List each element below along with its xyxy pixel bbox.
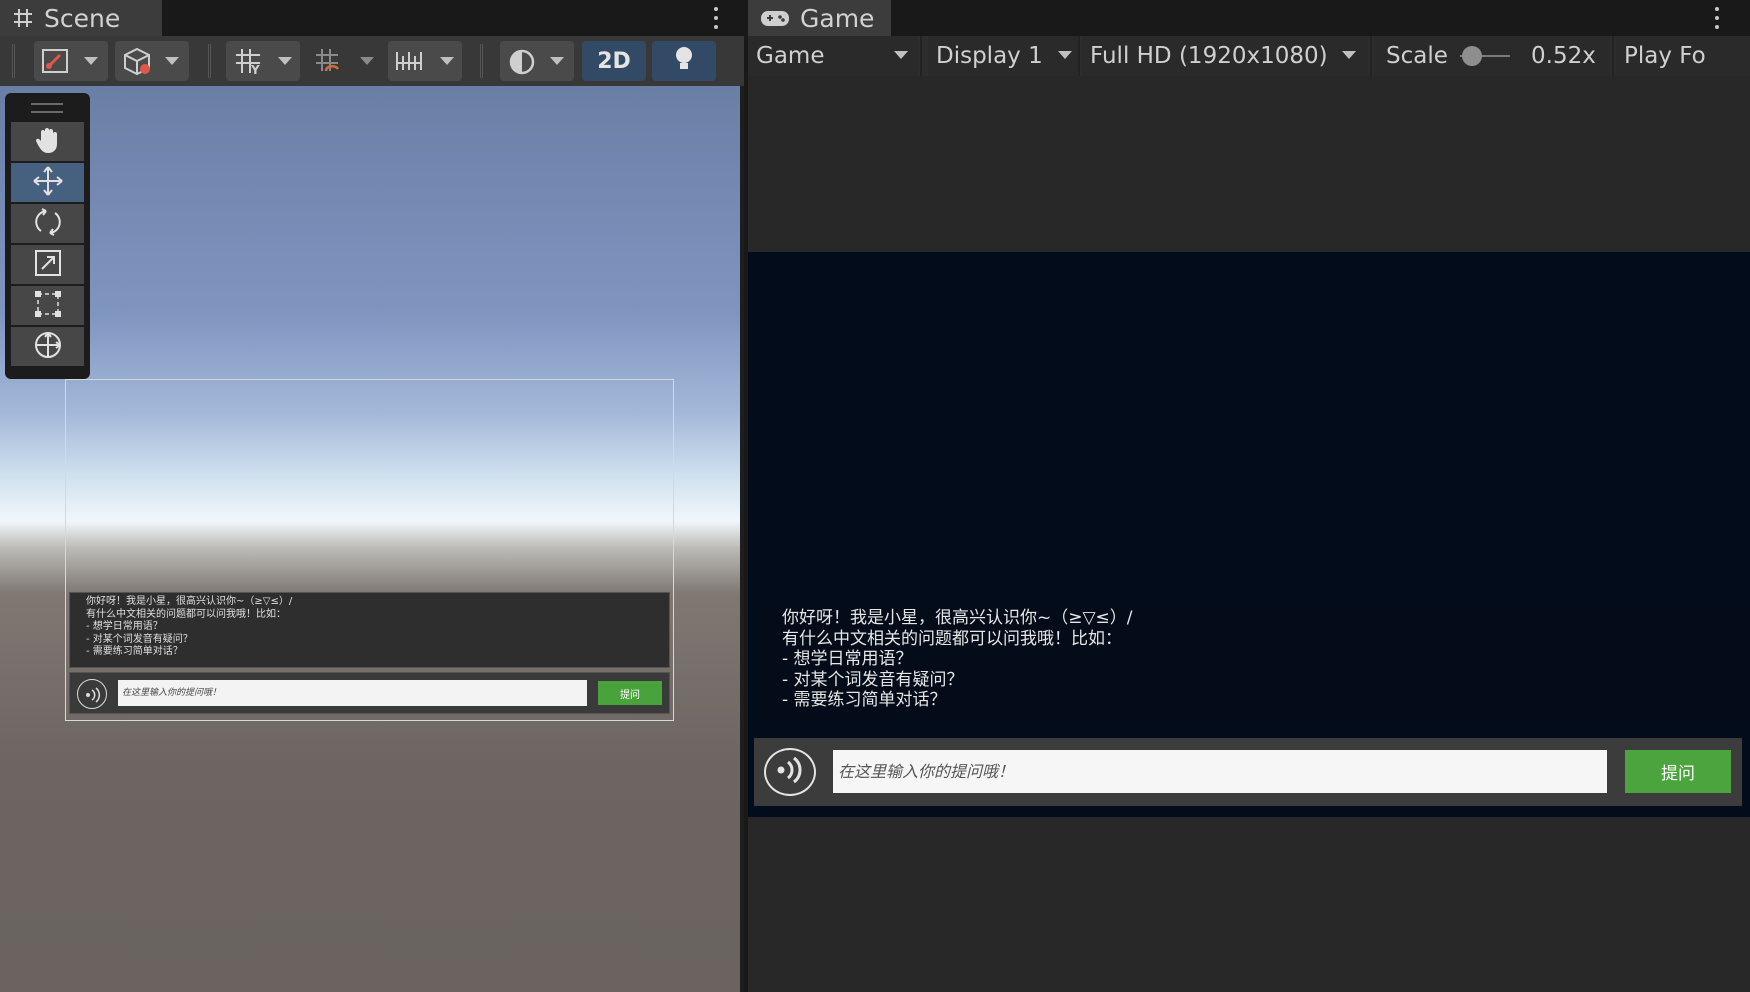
drag-grip-icon[interactable] [31,103,63,113]
scene-chat-line: 有什么中文相关的问题都可以问我哦！比如： [86,608,286,620]
chevron-down-icon [84,57,98,65]
game-menu-icon[interactable] [1711,4,1723,32]
hand-icon [33,125,63,159]
transform-tool-button[interactable] [11,327,84,366]
rect-tool-icon [33,289,63,323]
grid-hash-icon [12,7,34,29]
scene-menu-icon[interactable] [710,4,722,32]
scale-label: Scale [1386,43,1448,69]
chevron-down-icon [550,57,564,65]
svg-text:Y: Y [250,63,260,75]
chevron-down-icon [360,57,374,65]
toolbar-separator [12,44,15,78]
scene-voice-button[interactable] [77,679,107,709]
scene-tab-label: Scene [44,3,121,33]
ask-button[interactable]: 提问 [1625,750,1731,793]
question-input[interactable] [833,750,1607,793]
ruler-button[interactable] [388,41,462,81]
scene-tab-bar: Scene [0,0,744,36]
toggle-2d-button[interactable]: 2D [582,41,646,81]
game-viewport[interactable] [748,252,1750,817]
chevron-down-icon [1058,51,1072,59]
lighting-toggle-button[interactable] [652,41,716,81]
game-input-bar: 提问 [754,738,1742,806]
toolbar-separator [208,44,211,78]
scene-ask-button[interactable]: 提问 [598,681,662,705]
chevron-down-icon [894,51,908,59]
scene-tab[interactable]: Scene [0,0,162,36]
lighting-bulb-icon [673,45,695,77]
scene-chat-line: - 想学日常用语？ [86,621,163,632]
scale-slider-thumb[interactable] [1461,46,1482,66]
draw-mode-icon [40,47,70,79]
gamepad-icon [760,8,790,28]
toolbar-separator [480,44,483,78]
scale-tool-button[interactable] [11,245,84,284]
scene-chat-log: 你好呀！我是小星，很高兴认识你~（≥▽≤）/ 有什么中文相关的问题都可以问我哦！… [69,592,670,668]
game-tab-bar: Game [748,0,1750,36]
move-tool-button[interactable] [11,163,84,202]
draw-mode-button[interactable] [34,41,108,81]
chevron-down-icon [278,57,292,65]
display-dropdown[interactable]: Display 1 [928,36,1078,76]
scene-question-input[interactable]: 在这里输入你的提问哦！ [118,680,587,706]
scene-chat-line: 你好呀！我是小星，很高兴认识你~（≥▽≤）/ [86,596,293,607]
voice-button[interactable] [764,748,816,796]
canvas-outline [65,379,674,721]
grid-snap-button[interactable]: Y [226,41,300,81]
gizmo-cube-icon [121,46,153,80]
chevron-down-icon [165,57,179,65]
scale-value: 0.52x [1531,43,1596,69]
scene-chat-line: - 需要练习简单对话？ [86,646,183,657]
gizmo-button[interactable] [115,41,189,81]
toolbar-separator [920,36,922,76]
scene-chat-line: - 对某个词发音有疑问？ [86,633,193,645]
game-toolbar: Game Display 1 Full HD (1920x1080) Scale… [748,36,1750,76]
increment-snap-button[interactable] [308,41,382,81]
game-chat-line: - 需要练习简单对话？ [782,690,947,710]
scale-control: Scale 0.52x [1374,36,1610,76]
scene-toolbar: Y 2D [0,36,744,86]
toolbar-separator [1612,36,1614,76]
game-tab[interactable]: Game [748,0,891,36]
game-chat-line: - 对某个词发音有疑问？ [782,669,964,690]
game-mode-label: Game [756,43,825,69]
toolbar-separator [1078,36,1080,76]
grid-snap-icon: Y [234,47,264,79]
game-mode-dropdown[interactable]: Game [748,36,918,76]
hand-tool-button[interactable] [11,122,84,161]
game-letterbox-bottom [748,817,1750,992]
resolution-label: Full HD (1920x1080) [1090,43,1328,69]
voice-icon [84,686,102,708]
tool-palette [5,93,90,379]
game-tab-label: Game [800,3,875,33]
shading-mode-button[interactable] [500,41,574,81]
game-letterbox-top [748,76,1750,252]
resolution-dropdown[interactable]: Full HD (1920x1080) [1082,36,1368,76]
rotate-tool-button[interactable] [11,204,84,243]
scale-icon [34,249,62,281]
voice-icon [774,754,806,790]
transform-icon [32,329,64,365]
game-chat-line: - 想学日常用语？ [782,649,913,669]
play-focus-label: Play Fo [1624,43,1706,69]
display-label: Display 1 [936,43,1043,69]
scene-input-bar: 在这里输入你的提问哦！ 提问 [69,672,670,714]
play-focus-dropdown[interactable]: Play Fo [1616,36,1750,76]
toolbar-separator [1370,36,1372,76]
increment-snap-icon [314,47,344,79]
game-chat-line: 你好呀！我是小星，很高兴认识你~（≥▽≤）/ [782,608,1133,628]
chevron-down-icon [1342,51,1356,59]
rect-tool-button[interactable] [11,286,84,325]
chevron-down-icon [440,57,454,65]
shading-sphere-icon [508,48,536,80]
game-chat-line: 有什么中文相关的问题都可以问我哦！比如： [782,628,1122,649]
rotate-icon [33,207,63,241]
ruler-icon [394,49,424,77]
game-chat-log: 你好呀！我是小星，很高兴认识你~（≥▽≤）/ 有什么中文相关的问题都可以问我哦！… [755,604,1750,729]
move-icon [32,165,64,201]
